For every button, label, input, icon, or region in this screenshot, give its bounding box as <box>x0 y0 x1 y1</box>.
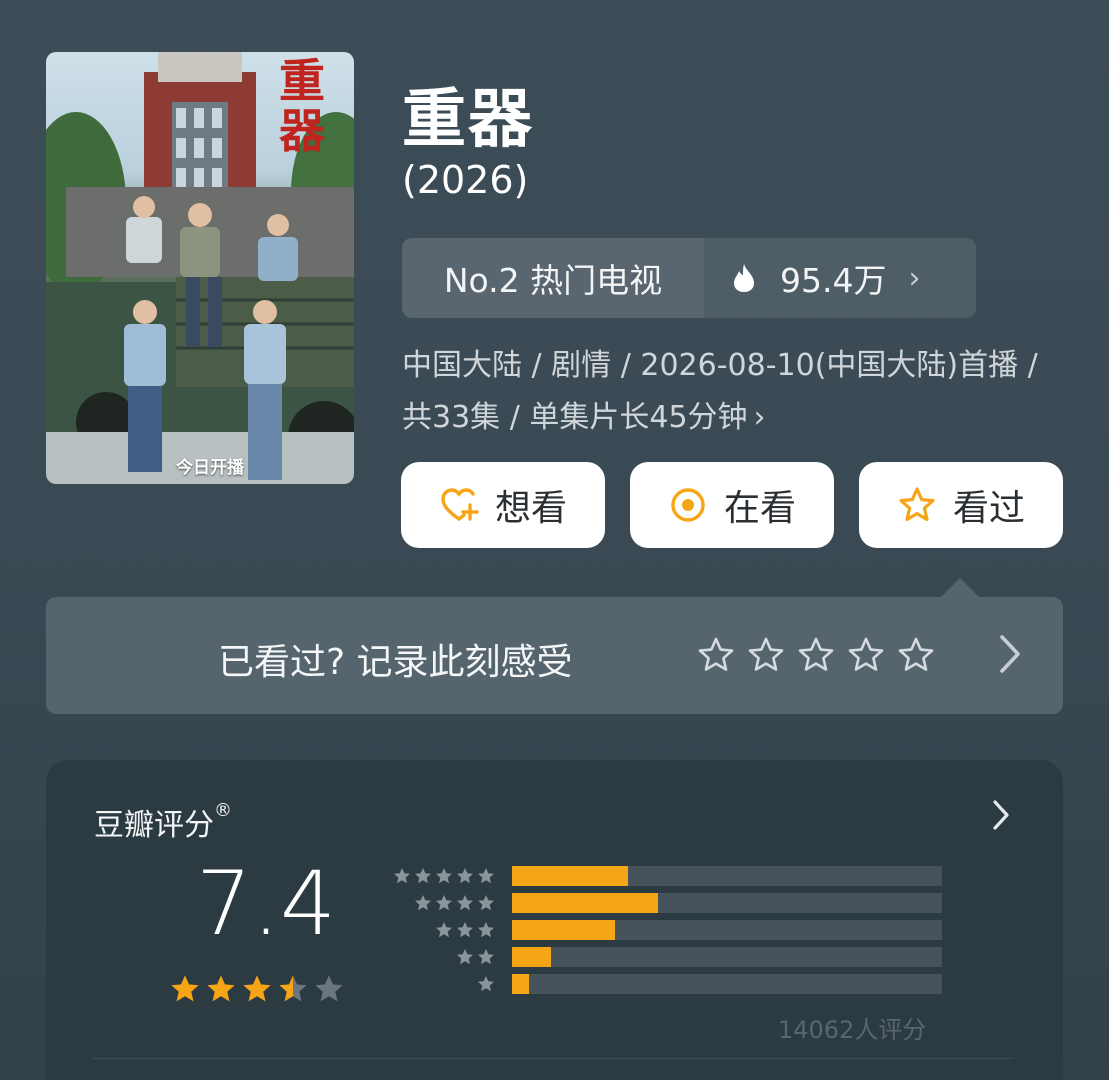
meta-info[interactable]: 中国大陆 / 剧情 / 2026-08-10(中国大陆)首播 / 共33集 / … <box>402 340 1062 444</box>
watched-label: 看过 <box>952 488 1025 529</box>
star-outline-icon <box>798 637 834 671</box>
star-outline-icon <box>898 637 934 671</box>
distribution-row <box>386 916 942 943</box>
star-filled-icon <box>415 894 431 910</box>
star-outline-icon <box>698 637 734 671</box>
rating-label: 豆瓣评分® <box>94 800 232 844</box>
rating-stars-input[interactable] <box>696 635 936 675</box>
chevron-right-icon: › <box>753 400 766 435</box>
star-filled-icon <box>436 867 452 883</box>
star-outline-icon <box>848 637 884 671</box>
star-filled-icon <box>415 867 431 883</box>
rating-count: 14062人评分 <box>778 1016 927 1044</box>
poster-image[interactable]: 重器 今日开播 <box>46 52 354 484</box>
meta-text: 中国大陆 / 剧情 / 2026-08-10(中国大陆)首播 / 共33集 / … <box>402 348 1038 435</box>
star-filled-icon <box>478 921 494 937</box>
star-filled-icon <box>478 975 494 991</box>
distribution-star-label <box>386 974 496 994</box>
distribution-star-label <box>386 920 496 940</box>
poster-title-art: 重器 <box>279 54 325 158</box>
star-empty-icon <box>315 975 343 1002</box>
watching-button[interactable]: 在看 <box>630 462 834 548</box>
star-filled-icon <box>478 894 494 910</box>
distribution-row <box>386 970 942 997</box>
heart-plus-icon <box>441 488 479 521</box>
distribution-bar-track <box>512 946 942 967</box>
star-outline-icon <box>899 487 935 522</box>
record-prompt: 已看过? 记录此刻感受 <box>218 642 573 683</box>
star-filled-icon <box>457 867 473 883</box>
record-feeling-card[interactable]: 已看过? 记录此刻感受 <box>46 597 1063 714</box>
distribution-bar <box>512 892 659 913</box>
action-bar: 想看 在看 看过 <box>401 462 1063 548</box>
divider <box>92 1058 1014 1059</box>
want-to-watch-label: 想看 <box>494 488 567 529</box>
distribution-row <box>386 862 942 889</box>
registered-mark: ® <box>214 800 232 821</box>
rating-distribution <box>386 862 942 997</box>
star-filled-icon <box>243 975 271 1002</box>
heat-value: 95.4万 <box>780 261 887 300</box>
score-stars <box>168 972 346 1006</box>
chevron-right-icon <box>1000 635 1020 673</box>
flame-icon <box>734 264 754 292</box>
rating-label-text: 豆瓣评分 <box>94 808 214 843</box>
star-filled-icon <box>171 975 199 1002</box>
star-filled-icon <box>457 921 473 937</box>
star-filled-icon <box>457 894 473 910</box>
star-filled-icon <box>207 975 235 1002</box>
chevron-right-icon: › <box>908 260 921 296</box>
distribution-bar <box>512 865 629 886</box>
star-filled-icon <box>436 921 452 937</box>
star-filled-icon <box>457 948 473 964</box>
distribution-row <box>386 943 942 970</box>
distribution-bar-track <box>512 892 942 913</box>
page-title: 重器 <box>402 83 534 157</box>
poster-banner: 今日开播 <box>176 458 244 478</box>
distribution-bar <box>512 919 616 940</box>
star-outline-icon <box>748 637 784 671</box>
distribution-star-label <box>386 893 496 913</box>
star-half-icon <box>279 975 307 1002</box>
distribution-bar-track <box>512 865 942 886</box>
ranking-pill[interactable]: No.2 热门电视 95.4万 › <box>402 238 976 318</box>
distribution-bar <box>512 973 530 994</box>
want-to-watch-button[interactable]: 想看 <box>401 462 605 548</box>
release-year: (2026) <box>402 158 529 202</box>
heat-section: 95.4万 › <box>704 254 976 302</box>
distribution-star-label <box>386 866 496 886</box>
star-filled-icon <box>436 894 452 910</box>
rank-label: No.2 热门电视 <box>402 238 704 318</box>
record-card-pointer <box>940 578 980 598</box>
douban-rating-card[interactable]: 豆瓣评分® 7.4 14062人评分 <box>46 760 1063 1080</box>
distribution-bar <box>512 946 551 967</box>
star-filled-icon <box>478 867 494 883</box>
star-filled-icon <box>394 867 410 883</box>
target-circle-icon <box>671 488 705 522</box>
distribution-row <box>386 889 942 916</box>
distribution-bar-track <box>512 919 942 940</box>
distribution-star-label <box>386 947 496 967</box>
star-filled-icon <box>478 948 494 964</box>
watched-button[interactable]: 看过 <box>859 462 1063 548</box>
watching-label: 在看 <box>723 488 796 529</box>
chevron-right-icon <box>993 800 1009 830</box>
distribution-bar-track <box>512 973 942 994</box>
rating-score: 7.4 <box>196 852 336 955</box>
